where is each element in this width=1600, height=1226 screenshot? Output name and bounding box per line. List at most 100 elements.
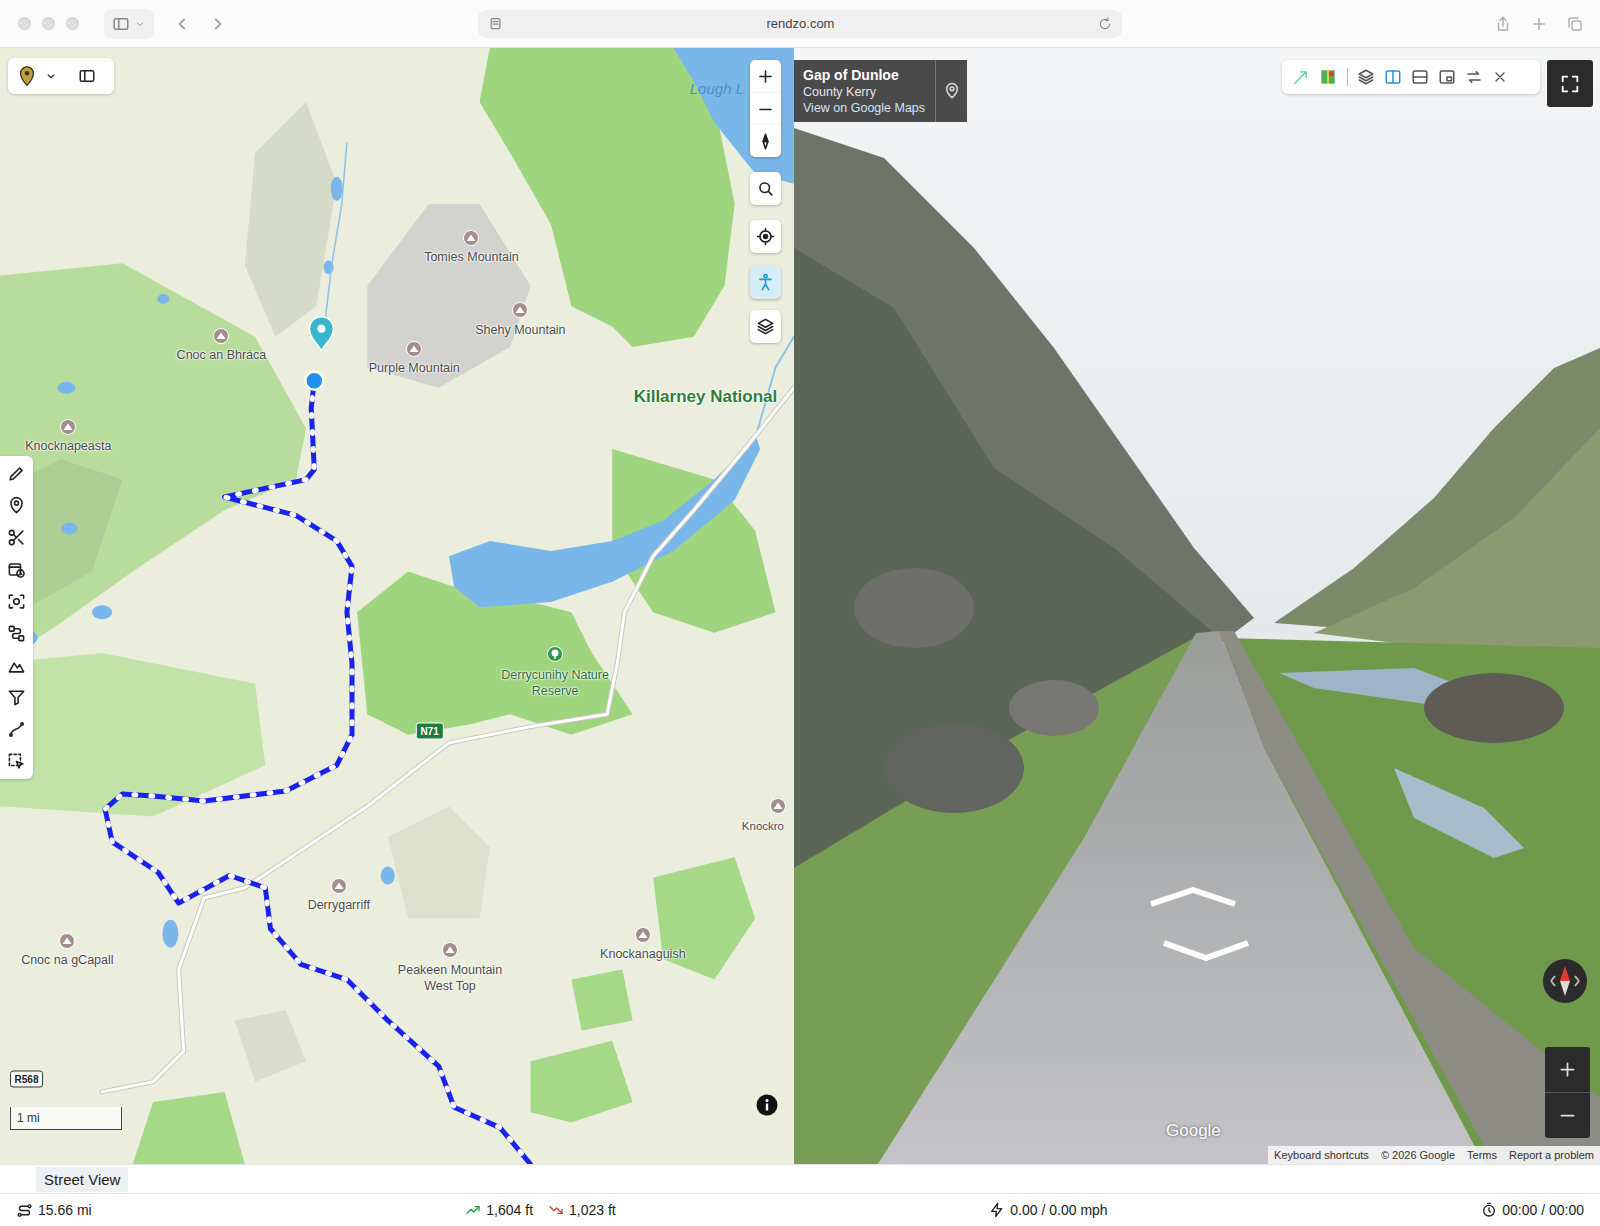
separator: [1347, 68, 1348, 86]
schedule-icon[interactable]: [7, 560, 26, 579]
compass-icon: [756, 132, 775, 151]
waypoint-marker[interactable]: [309, 317, 333, 351]
fullscreen-button[interactable]: [1547, 60, 1593, 107]
curve-icon[interactable]: [7, 720, 26, 739]
map-menu[interactable]: [8, 58, 114, 94]
swap-icon[interactable]: [1465, 68, 1483, 86]
panel-tab[interactable]: Street View: [36, 1167, 128, 1192]
browser-toolbar: rendzo.com: [0, 0, 1600, 48]
pin-icon[interactable]: [7, 496, 26, 515]
street-view-zoom: [1545, 1047, 1590, 1138]
layers-button[interactable]: [750, 310, 781, 343]
info-icon[interactable]: [756, 1094, 778, 1116]
peak-icon[interactable]: [770, 798, 786, 814]
select-icon[interactable]: [7, 752, 26, 771]
peak-icon[interactable]: [512, 302, 528, 318]
google-maps-link[interactable]: View on Google Maps: [803, 101, 925, 115]
zoom-in-icon[interactable]: [1545, 1047, 1590, 1092]
window-light[interactable]: [18, 17, 31, 30]
reload-icon[interactable]: [1098, 17, 1112, 31]
time-stat: 00:00 / 00:00: [1481, 1202, 1584, 1218]
compass-icon[interactable]: [1542, 958, 1588, 1004]
peak-icon[interactable]: [331, 878, 347, 894]
sidebar-toggle[interactable]: [104, 9, 154, 39]
speed-stat: 0.00 / 0.00 mph: [989, 1202, 1107, 1218]
search-button[interactable]: [750, 172, 781, 205]
peak-icon[interactable]: [406, 341, 422, 357]
peak-icon[interactable]: [60, 419, 76, 435]
forward-icon[interactable]: [209, 15, 227, 33]
start-point[interactable]: [305, 372, 323, 390]
route-line[interactable]: [105, 381, 530, 1164]
scale-label: 1 mi: [17, 1111, 40, 1125]
close-icon[interactable]: [1492, 69, 1508, 85]
distance-value: 15.66 mi: [38, 1202, 92, 1218]
logo-pin-icon[interactable]: [16, 65, 38, 87]
peak-label: Purple Mountain: [369, 360, 460, 376]
url-text[interactable]: rendzo.com: [503, 16, 1098, 31]
scissors-icon[interactable]: [7, 528, 26, 547]
zoom-out-icon[interactable]: [1545, 1093, 1590, 1138]
back-icon[interactable]: [173, 15, 191, 33]
lightning-icon: [989, 1202, 1005, 1218]
street-view-person-button[interactable]: [750, 266, 781, 299]
edit-pencil-icon[interactable]: [7, 464, 26, 483]
focus-icon[interactable]: [7, 592, 26, 611]
reserve-icon[interactable]: [547, 646, 563, 662]
direction-icon[interactable]: [1292, 69, 1309, 86]
panel-tabs: Street View: [0, 1164, 1600, 1193]
attribution-link[interactable]: Report a problem: [1509, 1148, 1594, 1162]
distance-stat: 15.66 mi: [16, 1202, 92, 1219]
peak-icon[interactable]: [442, 942, 458, 958]
locate-button[interactable]: [750, 220, 781, 253]
panel-toggle-icon[interactable]: [78, 67, 96, 85]
ascent-value: 1,604 ft: [486, 1202, 533, 1218]
window-light[interactable]: [66, 17, 79, 30]
place-name: Gap of Dunloe: [803, 67, 925, 83]
pin-button[interactable]: [935, 60, 967, 122]
route-icon[interactable]: [7, 624, 26, 643]
street-view-person-icon: [756, 273, 775, 292]
distance-icon: [16, 1202, 33, 1219]
zoom-out-button[interactable]: [750, 93, 781, 125]
layers-icon[interactable]: [1357, 68, 1375, 86]
picture-in-picture-icon[interactable]: [1438, 68, 1456, 86]
zoom-in-button[interactable]: [750, 60, 781, 93]
fullscreen-icon: [1559, 73, 1581, 95]
descent-icon: [548, 1202, 564, 1218]
google-maps-icon[interactable]: [1318, 67, 1338, 87]
water-label: Lough L: [690, 81, 744, 97]
peak-icon[interactable]: [213, 328, 229, 344]
location-text: Gap of DunloeCounty KerryView on Google …: [794, 60, 935, 122]
street-view-panel[interactable]: Gap of DunloeCounty KerryView on Google …: [794, 48, 1600, 1164]
street-view-toolbar: [1282, 60, 1540, 94]
attribution-link[interactable]: Keyboard shortcuts: [1274, 1148, 1369, 1162]
map-canvas[interactable]: [0, 48, 794, 1164]
chevron-down-icon[interactable]: [44, 69, 58, 83]
tabs-icon[interactable]: [1566, 15, 1584, 33]
peak-label: Tomies Mountain: [424, 249, 519, 265]
ascent-icon: [465, 1202, 481, 1218]
tool-bar: [0, 456, 33, 779]
address-bar[interactable]: rendzo.com: [478, 10, 1122, 38]
attribution-link[interactable]: Terms: [1467, 1148, 1497, 1162]
peak-icon[interactable]: [635, 927, 651, 943]
peak-icon[interactable]: [59, 933, 75, 949]
compass-button[interactable]: [750, 125, 781, 157]
split-vertical-icon[interactable]: [1384, 68, 1402, 86]
descent-value: 1,023 ft: [569, 1202, 616, 1218]
history-nav: [165, 9, 235, 39]
share-icon[interactable]: [1494, 15, 1512, 33]
peak-icon[interactable]: [463, 230, 479, 246]
location-card: Gap of DunloeCounty KerryView on Google …: [794, 60, 967, 122]
street-view-photo[interactable]: [794, 48, 1600, 1164]
street-view-navigation-arrows[interactable]: [1134, 878, 1274, 978]
separator: [1545, 1092, 1590, 1093]
split-horizontal-icon[interactable]: [1411, 68, 1429, 86]
window-light[interactable]: [42, 17, 55, 30]
filter-icon[interactable]: [7, 688, 26, 707]
map-panel[interactable]: Lough LTomies MountainShehy MountainPurp…: [0, 48, 794, 1164]
plus-icon[interactable]: [1530, 15, 1548, 33]
elevation-icon[interactable]: [7, 656, 26, 675]
location-pin-icon: [943, 82, 961, 100]
